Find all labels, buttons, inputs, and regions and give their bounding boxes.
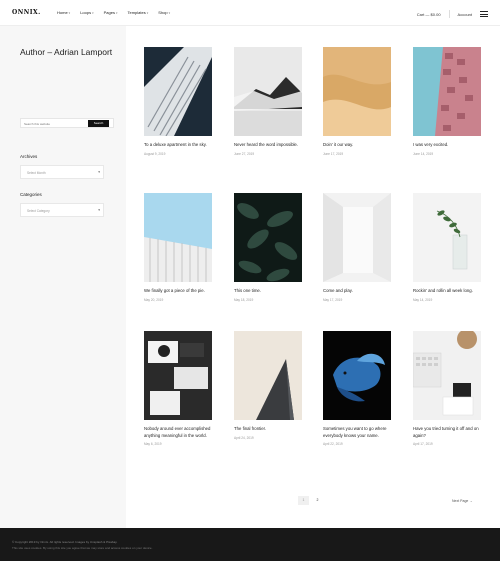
categories-select-value: Select Category	[27, 209, 50, 213]
site-header: ONNIX. Home ▾ Loops ▾ Pages ▾ Templates ▾ Sh…	[0, 0, 500, 26]
post-thumbnail-building[interactable]	[144, 47, 212, 136]
post-card[interactable]: Rockin' and rollin all week long. May 14…	[413, 193, 481, 302]
account-link[interactable]: Account	[458, 12, 472, 17]
footer-cookie-notice: This site uses cookies. By using this si…	[12, 546, 153, 550]
post-card[interactable]: I was very excited. June 14, 2019	[413, 47, 481, 156]
post-card[interactable]: Never heard the word impossible. June 27…	[234, 47, 302, 156]
post-date: June 14, 2019	[413, 151, 434, 156]
post-date: May 18, 2019	[234, 297, 254, 302]
page-link-2[interactable]: 2	[312, 496, 323, 505]
post-title[interactable]: The final frontier.	[234, 426, 302, 433]
post-date: April 22, 2019	[323, 442, 343, 446]
post-title[interactable]: Rockin' and rollin all week long.	[413, 288, 481, 295]
post-date: June 27, 2019	[234, 151, 255, 156]
nav-item-home[interactable]: Home ▾	[57, 10, 70, 15]
footer-copyright: © Copyright 2019 by Onnix. All rights re…	[12, 540, 118, 544]
chevron-down-icon: ▾	[146, 10, 149, 15]
post-thumbnail-mountain[interactable]	[234, 47, 302, 136]
post-card[interactable]: To a deluxe apartment in the sky. August…	[144, 47, 212, 156]
search-form: Search	[20, 118, 114, 128]
categories-select[interactable]: Select Category ▾	[20, 203, 104, 217]
main-nav: Home ▾ Loops ▾ Pages ▾ Templates ▾ Shop ▾	[57, 10, 170, 15]
chevron-down-icon: ▾	[68, 10, 71, 15]
post-date: May 6, 2019	[144, 442, 162, 446]
post-thumbnail-leaves[interactable]	[234, 193, 302, 282]
post-card[interactable]: Sometimes you want to go where everybody…	[323, 331, 391, 446]
nav-label: Home	[57, 10, 68, 15]
post-card[interactable]: Nobody around ever accomplished anything…	[144, 331, 212, 446]
post-date: April 17, 2019	[413, 442, 433, 446]
hamburger-icon[interactable]	[480, 11, 488, 17]
post-card[interactable]: Have you tried turning it off and on aga…	[413, 331, 481, 446]
cart-link[interactable]: Cart — $0.00	[417, 12, 441, 17]
page-link-1[interactable]: 1	[298, 496, 309, 505]
post-title[interactable]: Never heard the word impossible.	[234, 142, 302, 149]
chevron-down-icon: ▾	[98, 170, 100, 174]
sidebar: Author – Adrian Lamport Search Archives …	[0, 26, 126, 528]
archives-select[interactable]: Select Month ▾	[20, 165, 104, 179]
categories-title: Categories	[20, 192, 42, 197]
post-thumbnail-skyscraper[interactable]	[234, 331, 302, 420]
post-thumbnail-fish[interactable]	[323, 331, 391, 420]
site-footer: © Copyright 2019 by Onnix. All rights re…	[0, 528, 500, 561]
search-button[interactable]: Search	[88, 120, 109, 127]
post-title[interactable]: To a deluxe apartment in the sky.	[144, 142, 212, 149]
post-date: April 24, 2019	[234, 435, 254, 440]
chevron-down-icon: ▾	[98, 208, 100, 212]
post-thumbnail-desk[interactable]	[413, 331, 481, 420]
nav-label: Loops	[80, 10, 92, 15]
nav-item-shop[interactable]: Shop ▾	[158, 10, 170, 15]
archives-title: Archives	[20, 154, 38, 159]
post-thumbnail-gadgets[interactable]	[144, 331, 212, 420]
post-card[interactable]: We finally got a piece of the pie. May 2…	[144, 193, 212, 302]
post-title[interactable]: Doin' it our way.	[323, 142, 391, 149]
post-date: August 9, 2019	[144, 151, 166, 156]
post-card[interactable]: Doin' it our way. June 17, 2019	[323, 47, 391, 156]
post-title[interactable]: We finally got a piece of the pie.	[144, 288, 212, 295]
search-input[interactable]	[24, 121, 79, 126]
post-thumbnail-plant[interactable]	[413, 193, 481, 282]
post-title[interactable]: This one time.	[234, 288, 302, 295]
post-thumbnail-white-room[interactable]	[323, 193, 391, 282]
nav-label: Templates	[127, 10, 146, 15]
nav-label: Shop	[158, 10, 168, 15]
post-date: June 17, 2019	[323, 151, 344, 156]
archives-select-value: Select Month	[27, 171, 46, 175]
post-date: May 20, 2019	[144, 297, 164, 302]
nav-item-templates[interactable]: Templates ▾	[127, 10, 148, 15]
header-actions: Cart — $0.00 Account	[417, 10, 488, 18]
chevron-down-icon: ▾	[168, 10, 171, 15]
post-title[interactable]: I was very excited.	[413, 142, 481, 149]
page-title: Author – Adrian Lamport	[20, 47, 113, 57]
post-card[interactable]: Come and play. May 17, 2019	[323, 193, 391, 302]
post-thumbnail-pink-building[interactable]	[413, 47, 481, 136]
divider	[448, 10, 450, 18]
post-thumbnail-dunes[interactable]	[323, 47, 391, 136]
post-card[interactable]: The final frontier. April 24, 2019	[234, 331, 302, 440]
post-thumbnail-roof[interactable]	[144, 193, 212, 282]
nav-label: Pages	[103, 10, 115, 15]
pagination: 1 2	[298, 496, 323, 505]
post-title[interactable]: Come and play.	[323, 288, 391, 295]
post-title[interactable]: Have you tried turning it off and on aga…	[413, 426, 481, 439]
site-logo[interactable]: ONNIX.	[12, 9, 41, 16]
next-page-link[interactable]: Next Page →	[452, 499, 473, 503]
chevron-down-icon: ▾	[115, 10, 118, 15]
post-card[interactable]: This one time. May 18, 2019	[234, 193, 302, 302]
post-title[interactable]: Nobody around ever accomplished anything…	[144, 426, 212, 439]
nav-item-pages[interactable]: Pages ▾	[104, 10, 118, 15]
post-date: May 17, 2019	[323, 297, 343, 302]
post-title[interactable]: Sometimes you want to go where everybody…	[323, 426, 391, 439]
post-date: May 14, 2019	[413, 297, 433, 302]
nav-item-loops[interactable]: Loops ▾	[80, 10, 93, 15]
chevron-down-icon: ▾	[92, 10, 94, 15]
